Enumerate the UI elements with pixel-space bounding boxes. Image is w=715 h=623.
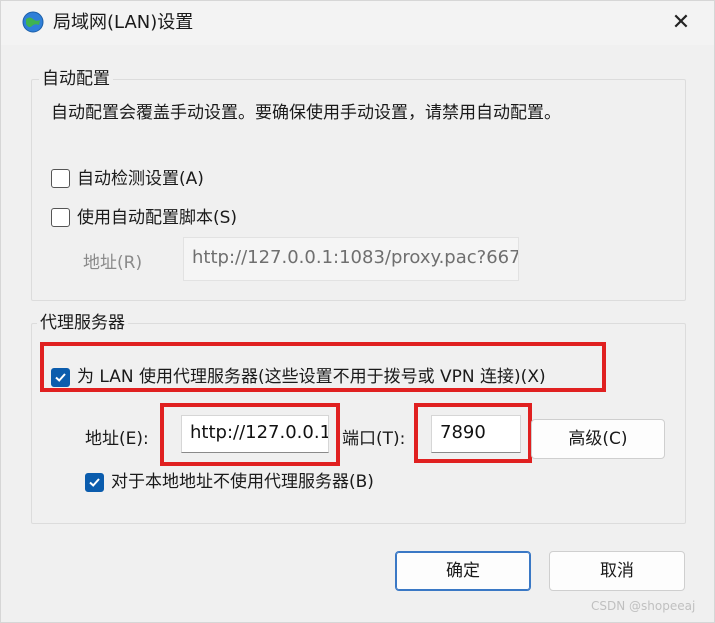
- port-highlight: [414, 403, 532, 463]
- auto-detect-label[interactable]: 自动检测设置(A): [77, 168, 204, 190]
- use-proxy-highlight: [40, 342, 606, 392]
- title-bar: 局域网(LAN)设置 ✕: [1, 1, 714, 45]
- proxy-address-label: 地址(E):: [85, 429, 149, 449]
- use-script-label[interactable]: 使用自动配置脚本(S): [77, 207, 237, 229]
- script-address-label: 地址(R): [83, 253, 143, 273]
- port-label: 端口(T):: [342, 429, 406, 449]
- bypass-local-checkbox[interactable]: [85, 473, 104, 492]
- script-address-field[interactable]: http://127.0.0.1:1083/proxy.pac?6672!: [183, 237, 519, 281]
- proxy-group-label: 代理服务器: [37, 312, 128, 334]
- auto-config-description: 自动配置会覆盖手动设置。要确保使用手动设置，请禁用自动配置。: [51, 103, 561, 123]
- watermark: CSDN @shopeeaj: [591, 599, 696, 613]
- lan-settings-dialog: 局域网(LAN)设置 ✕ 自动配置 自动配置会覆盖手动设置。要确保使用手动设置，…: [0, 0, 715, 623]
- bypass-local-label[interactable]: 对于本地地址不使用代理服务器(B): [111, 471, 374, 493]
- cancel-button[interactable]: 取消: [549, 551, 685, 591]
- advanced-button[interactable]: 高级(C): [531, 419, 665, 459]
- ok-button[interactable]: 确定: [395, 551, 531, 591]
- close-icon[interactable]: ✕: [663, 7, 699, 39]
- globe-settings-icon: [22, 11, 44, 33]
- use-script-checkbox[interactable]: [51, 208, 70, 227]
- auto-detect-checkbox[interactable]: [51, 169, 70, 188]
- proxy-address-highlight: [160, 403, 340, 466]
- window-title: 局域网(LAN)设置: [53, 12, 194, 33]
- auto-config-group-label: 自动配置: [39, 68, 113, 90]
